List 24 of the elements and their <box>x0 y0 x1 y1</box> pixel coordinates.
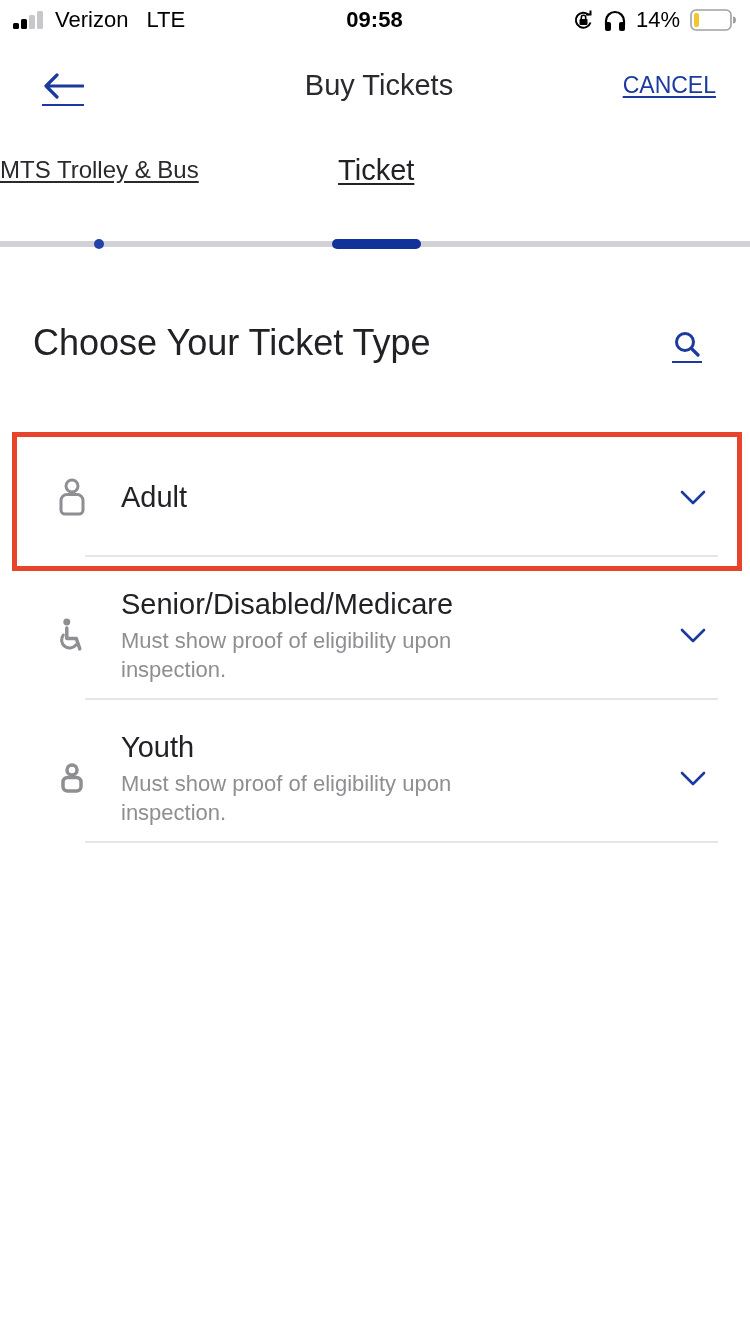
cancel-link[interactable]: CANCEL <box>622 71 716 99</box>
signal-icon <box>13 11 45 29</box>
ticket-type-title: Senior/Disabled/Medicare <box>121 587 454 622</box>
page-heading: Choose Your Ticket Type <box>33 321 431 365</box>
headphones-icon <box>603 9 626 31</box>
ticket-type-note: Must show proof of eligibility upon inspection. <box>121 770 453 827</box>
back-arrow-icon <box>42 72 84 99</box>
step-link[interactable]: Ticket <box>338 145 415 195</box>
ticket-type-title: Youth <box>121 730 195 765</box>
step-link[interactable]: MTS Trolley & Bus <box>0 145 199 195</box>
carrier-name: Verizon <box>55 7 129 33</box>
orientation-lock-icon <box>572 9 594 31</box>
person-icon <box>59 478 85 516</box>
ticket-type-title: Adult <box>121 480 188 515</box>
back-button[interactable] <box>42 70 84 106</box>
person-icon <box>61 763 83 793</box>
status-time: 09:58 <box>346 7 403 33</box>
ticket-type-note: Must show proof of eligibility upon inspection. <box>121 627 453 684</box>
search-button[interactable] <box>672 331 702 363</box>
screen-title: Buy Tickets <box>304 68 454 102</box>
search-icon <box>674 331 700 357</box>
battery-percent: 14% <box>635 7 680 33</box>
network-type: LTE <box>146 7 186 33</box>
battery-icon <box>690 9 736 31</box>
